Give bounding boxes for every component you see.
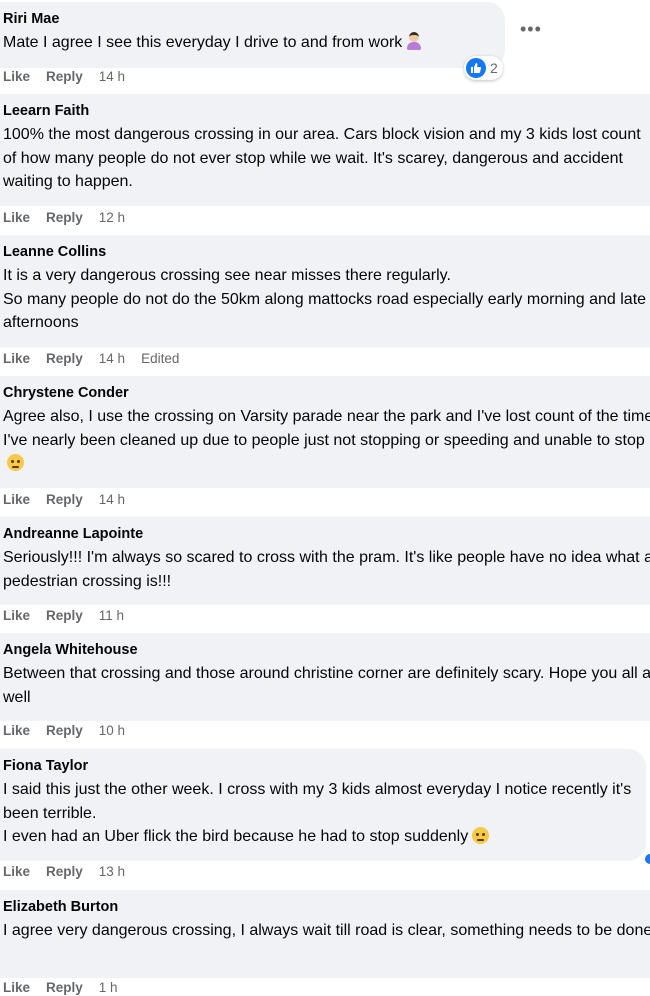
timestamp[interactable]: 14 h	[99, 351, 125, 366]
reaction-count: 2	[490, 60, 498, 76]
comment-text: I said this just the other week. I cross…	[3, 778, 643, 849]
reaction-summary[interactable]: 2	[464, 56, 503, 80]
comment-bubble[interactable]: Leearn Faith 100% the most dangerous cro…	[0, 94, 650, 206]
timestamp[interactable]: 14 h	[99, 69, 125, 84]
comment-bubble[interactable]: Fiona Taylor I said this just the other …	[0, 749, 646, 861]
comment-actions: Like Reply 14 h	[3, 69, 141, 84]
like-reaction-icon	[466, 58, 486, 78]
comment-actions: Like Reply 14 h Edited	[3, 351, 195, 366]
timestamp[interactable]: 1 h	[99, 980, 118, 995]
comment-actions: Like Reply 11 h	[3, 608, 140, 623]
comment-author[interactable]: Fiona Taylor	[3, 757, 646, 775]
comment-text: Between that crossing and those around c…	[3, 665, 650, 706]
comment-author[interactable]: Riri Mae	[3, 10, 505, 28]
comment-text: Mate I agree I see this everyday I drive…	[3, 31, 503, 55]
comment-actions: Like Reply 1 h	[3, 980, 134, 995]
comment-text: I agree very dangerous crossing, I alway…	[3, 922, 650, 939]
comment-text: Seriously!!! I'm always so scared to cro…	[3, 549, 650, 590]
grimace-emoji-icon	[472, 827, 490, 844]
comment-text: Agree also, I use the crossing on Varsit…	[3, 405, 650, 476]
comment-author[interactable]: Leanne Collins	[3, 243, 650, 261]
comment-text-content: Agree also, I use the crossing on Varsit…	[3, 408, 650, 449]
like-button[interactable]: Like	[3, 608, 30, 623]
comment-text-content: Mate I agree I see this everyday I drive…	[3, 34, 403, 51]
comment-actions: Like Reply 13 h	[3, 864, 141, 879]
timestamp[interactable]: 12 h	[99, 210, 125, 225]
more-options-icon[interactable]: •••	[520, 20, 542, 38]
reply-button[interactable]: Reply	[46, 723, 83, 738]
reply-button[interactable]: Reply	[46, 69, 83, 84]
comment-bubble[interactable]: Andreanne Lapointe Seriously!!! I'm alwa…	[0, 517, 650, 605]
comment-author[interactable]: Chrystene Conder	[3, 384, 650, 402]
comment-author[interactable]: Angela Whitehouse	[3, 641, 650, 659]
comment-author[interactable]: Leearn Faith	[3, 102, 650, 120]
comment-bubble[interactable]: Angela Whitehouse Between that crossing …	[0, 633, 650, 721]
like-button[interactable]: Like	[3, 864, 30, 879]
edited-label[interactable]: Edited	[141, 351, 179, 366]
comment-text: 100% the most dangerous crossing in our …	[3, 126, 641, 190]
reply-button[interactable]: Reply	[46, 864, 83, 879]
like-button[interactable]: Like	[3, 492, 30, 507]
person-emoji-icon	[407, 32, 422, 50]
timestamp[interactable]: 14 h	[99, 492, 125, 507]
timestamp[interactable]: 13 h	[99, 864, 125, 879]
like-button[interactable]: Like	[3, 351, 30, 366]
comment-author[interactable]: Andreanne Lapointe	[3, 525, 650, 543]
comment-bubble[interactable]: Chrystene Conder Agree also, I use the c…	[0, 376, 650, 488]
comment-bubble[interactable]: Elizabeth Burton I agree very dangerous …	[0, 890, 650, 978]
comment-bubble[interactable]: Leanne Collins It is a very dangerous cr…	[0, 235, 650, 347]
comment-text-content: I said this just the other week. I cross…	[3, 781, 632, 845]
scroll-indicator	[645, 854, 650, 864]
comment-actions: Like Reply 14 h	[3, 492, 141, 507]
reply-button[interactable]: Reply	[46, 492, 83, 507]
like-button[interactable]: Like	[3, 723, 30, 738]
comment-actions: Like Reply 10 h	[3, 723, 141, 738]
timestamp[interactable]: 10 h	[99, 723, 125, 738]
reply-button[interactable]: Reply	[46, 210, 83, 225]
timestamp[interactable]: 11 h	[99, 608, 124, 623]
comment-author[interactable]: Elizabeth Burton	[3, 898, 650, 916]
grimace-emoji-icon	[7, 454, 24, 471]
reply-button[interactable]: Reply	[46, 351, 83, 366]
comment-bubble[interactable]: Riri Mae Mate I agree I see this everyda…	[0, 2, 505, 68]
reply-button[interactable]: Reply	[46, 980, 83, 995]
reply-button[interactable]: Reply	[46, 608, 83, 623]
comment-actions: Like Reply 12 h	[3, 210, 141, 225]
comment-text: It is a very dangerous crossing see near…	[3, 267, 647, 331]
like-button[interactable]: Like	[3, 980, 30, 995]
like-button[interactable]: Like	[3, 210, 30, 225]
like-button[interactable]: Like	[3, 69, 30, 84]
